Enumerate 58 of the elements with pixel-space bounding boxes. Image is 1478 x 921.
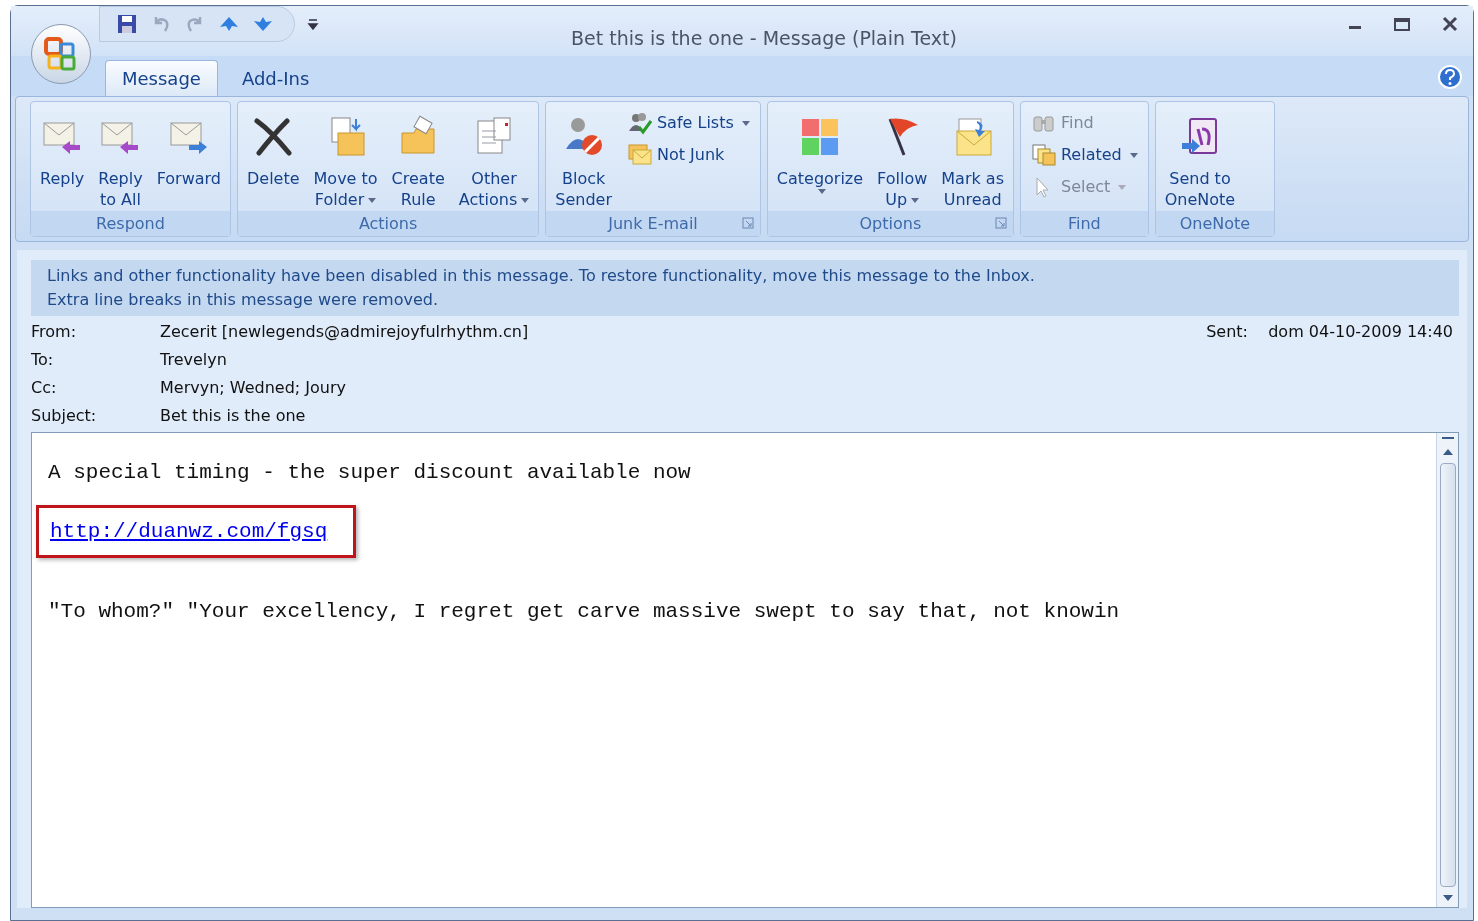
message-link[interactable]: http://duanwz.com/fgsq [50,519,328,543]
header-value: dom 04-10-2009 14:40 [1268,321,1453,343]
caret-icon [741,120,750,126]
save-icon[interactable] [116,13,138,35]
caret-icon [817,189,826,194]
header-label: Cc: [31,377,58,399]
people-check-icon [626,111,653,135]
group-label: Actions [358,212,418,235]
maximize-icon[interactable] [1393,16,1411,32]
caret-icon [1129,152,1138,158]
ribbon-button[interactable]: Categorize [771,106,869,194]
ribbon-button[interactable]: Send to OneNote [1159,106,1241,210]
caret-icon [911,198,920,203]
group-label: Options [859,212,922,235]
ribbon-button[interactable]: Delete [241,106,305,189]
header-value: Zecerit [newlegends@admirejoyfulrhythm.cn] [160,321,529,343]
group-label: Junk E-mail [608,212,698,235]
info-text: Links and other functionality have been disabled in this message. To restore functionality, move this message to the Inbox. [47,265,1036,287]
ribbon-button[interactable]: Mark as Unread [936,106,1009,210]
header-label: Subject: [31,405,98,427]
envelope-icon [626,143,653,167]
pages-icon [1030,143,1057,167]
header-label: From: [31,321,78,343]
ribbon-small-button[interactable]: Safe Lists [626,110,750,136]
header-value: Mervyn; Wedned; Joury [160,377,346,399]
customize-toolbar-icon[interactable] [307,18,319,30]
header-label: To: [31,349,55,371]
ribbon-button[interactable]: Create Rule [386,106,450,210]
ribbon-button[interactable]: Forward [151,106,226,189]
caret-icon [521,198,530,203]
group-label: Respond [96,212,165,235]
ribbon-button[interactable]: Other Actions [453,106,535,210]
info-text: Extra line breaks in this message were removed. [47,289,440,311]
ribbon-button[interactable]: Reply [35,106,90,189]
ribbon-small-button[interactable]: Related [1030,142,1138,168]
scroll-thumb[interactable] [1439,463,1456,887]
header-value: Trevelyn [160,349,227,371]
caret-icon [368,198,377,203]
message-text: A special timing - the super discount available now [48,460,691,486]
group-label: Find [1067,212,1101,235]
help-icon[interactable] [1437,64,1463,90]
dialog-launcher-icon[interactable] [741,217,754,229]
ribbon-tab[interactable]: Message [105,60,218,96]
close-icon[interactable] [1441,15,1459,33]
group-label: OneNote [1179,212,1251,235]
ribbon-tab[interactable]: Add-Ins [217,60,334,96]
ribbon-button[interactable]: Follow Up [872,106,933,210]
ribbon-button[interactable]: Reply to All [93,106,148,210]
caret-icon [1118,184,1127,190]
office-logo-icon [43,36,79,72]
ribbon-button[interactable]: Block Sender [550,106,617,210]
window-title: Bet this is the one - Message (Plain Text) [571,26,957,51]
message-text: "To whom?" "Your excellency, I regret get carve massive swept to say that, not knowin [48,599,1120,625]
dialog-launcher-icon[interactable] [994,217,1007,229]
header-value: Bet this is the one [160,405,306,427]
ribbon-small-button[interactable]: Not Junk [626,142,750,168]
header-label: Sent: [1206,321,1249,343]
ribbon-button[interactable]: Move to Folder [308,106,383,210]
